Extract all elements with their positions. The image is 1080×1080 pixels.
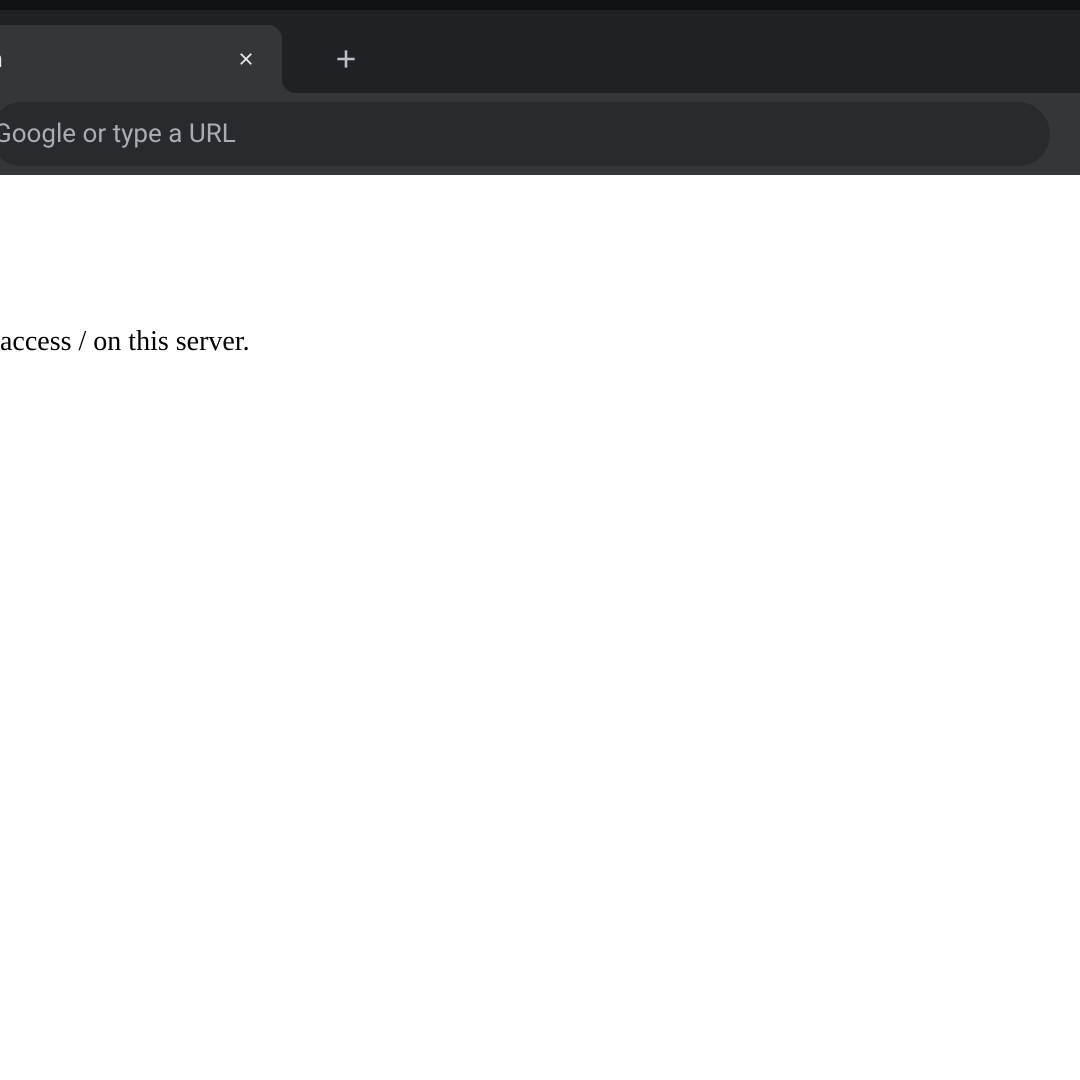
browser-chrome-top: n <box>0 0 1080 93</box>
url-input[interactable] <box>0 119 1026 149</box>
new-tab-button[interactable] <box>318 31 374 87</box>
tab-title: n <box>0 46 3 73</box>
error-body-text: access / on this server. <box>0 324 250 360</box>
titlebar-strip <box>0 0 1080 10</box>
browser-tab[interactable]: n <box>0 25 282 93</box>
browser-toolbar <box>0 93 1080 175</box>
address-bar[interactable] <box>0 102 1050 166</box>
tab-strip: n <box>0 10 1080 93</box>
close-icon[interactable] <box>230 43 262 75</box>
